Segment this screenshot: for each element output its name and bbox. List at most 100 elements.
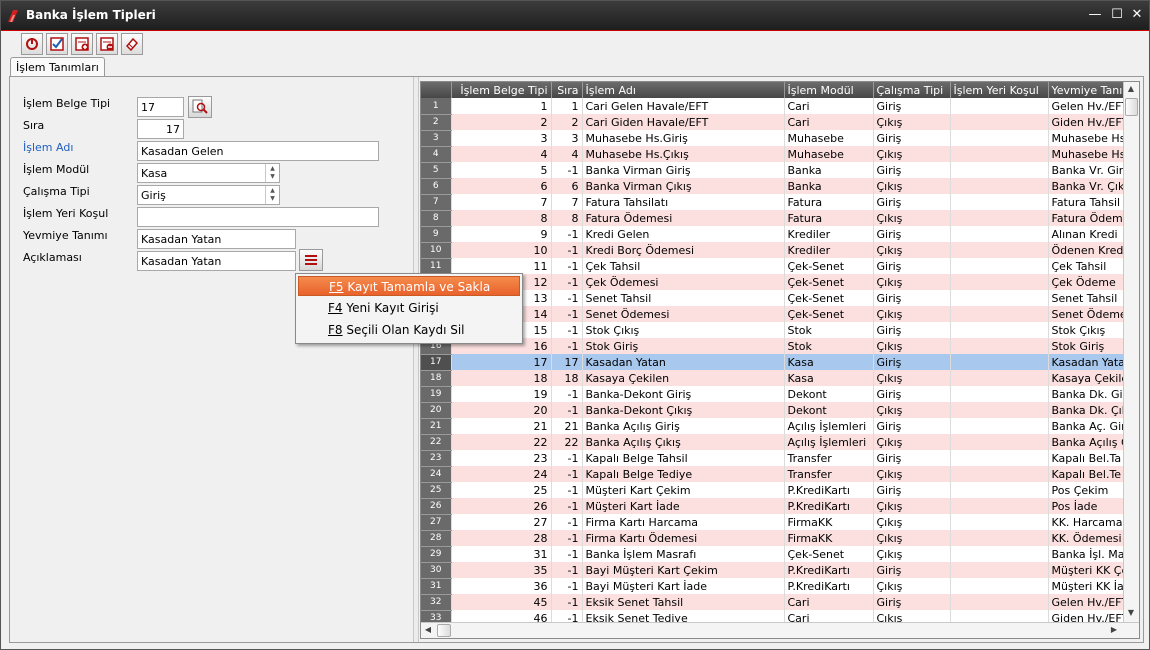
column-header[interactable]: Çalışma Tipi xyxy=(873,82,951,98)
table-cell[interactable] xyxy=(950,290,1049,306)
close-button[interactable]: ✕ xyxy=(1127,6,1147,24)
table-cell[interactable]: Stok xyxy=(784,322,874,338)
table-cell[interactable] xyxy=(950,258,1049,274)
table-cell[interactable]: -1 xyxy=(551,594,583,610)
table-cell[interactable]: 17 xyxy=(451,354,552,370)
table-row[interactable]: 26 26 -1 Müşteri Kart İade P.KrediKartı Çıkış… xyxy=(421,498,1137,515)
table-cell[interactable]: Giriş xyxy=(873,354,951,370)
table-cell[interactable]: Bayi Müşteri Kart İade xyxy=(582,578,785,594)
table-cell[interactable]: 6 xyxy=(551,178,583,194)
add-record-icon[interactable] xyxy=(71,33,93,55)
delete-record-icon[interactable] xyxy=(96,33,118,55)
islem-yeri-kosul-field[interactable] xyxy=(137,207,379,227)
table-cell[interactable]: -1 xyxy=(551,562,583,578)
row-indicator[interactable]: 4 xyxy=(421,146,452,163)
table-cell[interactable]: 1 xyxy=(451,98,552,114)
table-cell[interactable]: Giriş xyxy=(873,386,951,402)
table-row[interactable]: 6 6 6 Banka Virman Çıkış Banka Çıkış Banka Vr.… xyxy=(421,178,1137,195)
tab-islem-tanimlari[interactable]: İşlem Tanımları xyxy=(10,57,105,77)
table-row[interactable]: 21 21 21 Banka Açılış Giriş Açılış İşlemleri… xyxy=(421,418,1137,435)
menu-item-save[interactable]: F5 Kayıt Tamamla ve Sakla xyxy=(298,276,520,296)
column-header[interactable]: İşlem Yeri Koşul xyxy=(950,82,1049,98)
table-cell[interactable]: 9 xyxy=(451,226,552,242)
row-indicator[interactable]: 22 xyxy=(421,434,452,451)
power-icon[interactable] xyxy=(21,33,43,55)
table-cell[interactable]: Banka Açılış Çıkış xyxy=(582,434,785,450)
row-indicator[interactable]: 9 xyxy=(421,226,452,243)
table-cell[interactable]: Çıkış xyxy=(873,210,951,226)
table-cell[interactable]: 28 xyxy=(451,530,552,546)
table-cell[interactable]: -1 xyxy=(551,306,583,322)
table-cell[interactable]: Kredi Borç Ödemesi xyxy=(582,242,785,258)
table-cell[interactable]: Çıkış xyxy=(873,434,951,450)
table-cell[interactable] xyxy=(950,546,1049,562)
scroll-thumb[interactable] xyxy=(1125,98,1138,116)
table-cell[interactable]: Çıkış xyxy=(873,578,951,594)
table-cell[interactable]: Müşteri Kart İade xyxy=(582,498,785,514)
table-cell[interactable]: Çıkış xyxy=(873,178,951,194)
table-cell[interactable]: -1 xyxy=(551,258,583,274)
table-cell[interactable]: P.KrediKartı xyxy=(784,498,874,514)
calisma-tipi-select[interactable]: Giriş ▲ ▼ xyxy=(137,185,280,205)
table-row[interactable]: 27 27 -1 Firma Kartı Harcama FirmaKK Çıkış KK.… xyxy=(421,514,1137,531)
table-cell[interactable]: -1 xyxy=(551,498,583,514)
table-cell[interactable]: Giriş xyxy=(873,162,951,178)
row-indicator[interactable]: 10 xyxy=(421,242,452,259)
table-row[interactable]: 7 7 7 Fatura Tahsilatı Fatura Giriş Fatura Tah… xyxy=(421,194,1137,211)
table-cell[interactable]: Giriş xyxy=(873,130,951,146)
column-header[interactable]: Sıra xyxy=(551,82,583,98)
table-cell[interactable]: Banka xyxy=(784,178,874,194)
table-cell[interactable]: 23 xyxy=(451,450,552,466)
table-cell[interactable]: Giriş xyxy=(873,450,951,466)
table-cell[interactable]: Çıkış xyxy=(873,402,951,418)
table-cell[interactable]: Çıkış xyxy=(873,498,951,514)
islem-modul-select[interactable]: Kasa ▲ ▼ xyxy=(137,163,280,183)
table-cell[interactable]: Çıkış xyxy=(873,306,951,322)
table-row[interactable]: 1 1 1 Cari Gelen Havale/EFT Cari Giriş Gelen H… xyxy=(421,98,1137,115)
table-cell[interactable]: 4 xyxy=(551,146,583,162)
row-indicator[interactable]: 6 xyxy=(421,178,452,195)
table-cell[interactable]: -1 xyxy=(551,274,583,290)
table-cell[interactable]: Kasadan Yatan xyxy=(582,354,785,370)
row-indicator[interactable]: 8 xyxy=(421,210,452,227)
row-indicator[interactable]: 32 xyxy=(421,594,452,611)
aciklamasi-field[interactable]: Kasadan Yatan xyxy=(137,251,296,271)
table-row[interactable]: 3 3 3 Muhasebe Hs.Giriş Muhasebe Giriş Muhaseb… xyxy=(421,130,1137,147)
table-row[interactable]: 31 36 -1 Bayi Müşteri Kart İade P.KrediKartı… xyxy=(421,578,1137,595)
scroll-left-icon[interactable]: ◀ xyxy=(421,623,435,637)
menu-button[interactable] xyxy=(299,249,323,271)
table-cell[interactable]: 18 xyxy=(451,370,552,386)
table-cell[interactable]: 1 xyxy=(551,98,583,114)
row-indicator[interactable]: 3 xyxy=(421,130,452,147)
table-cell[interactable]: Çıkış xyxy=(873,530,951,546)
table-cell[interactable] xyxy=(950,498,1049,514)
table-cell[interactable]: -1 xyxy=(551,530,583,546)
table-cell[interactable]: Muhasebe xyxy=(784,146,874,162)
table-cell[interactable]: Çıkış xyxy=(873,370,951,386)
table-cell[interactable]: Giriş xyxy=(873,98,951,114)
yevmiye-tanimi-field[interactable]: Kasadan Yatan xyxy=(137,229,296,249)
table-cell[interactable]: Muhasebe Hs.Giriş xyxy=(582,130,785,146)
table-cell[interactable] xyxy=(950,450,1049,466)
table-cell[interactable]: 2 xyxy=(551,114,583,130)
table-row[interactable]: 16 16 -1 Stok Giriş Stok Çıkış Stok Giriş xyxy=(421,338,1137,355)
table-cell[interactable]: Banka İşlem Masrafı xyxy=(582,546,785,562)
table-cell[interactable] xyxy=(950,162,1049,178)
table-cell[interactable]: Krediler xyxy=(784,226,874,242)
table-cell[interactable]: Muhasebe xyxy=(784,130,874,146)
table-cell[interactable]: P.KrediKartı xyxy=(784,578,874,594)
table-cell[interactable]: Krediler xyxy=(784,242,874,258)
table-row[interactable]: 11 11 -1 Çek Tahsil Çek-Senet Giriş Çek Tahsil xyxy=(421,258,1137,275)
table-cell[interactable]: -1 xyxy=(551,482,583,498)
table-cell[interactable]: Giriş xyxy=(873,258,951,274)
title-bar[interactable]: Banka İşlem Tipleri — ☐ ✕ xyxy=(1,1,1149,31)
scroll-down-icon[interactable]: ▼ xyxy=(1124,606,1138,620)
menu-item-delete[interactable]: F8 Seçili Olan Kaydı Sil xyxy=(298,320,520,340)
table-cell[interactable]: -1 xyxy=(551,450,583,466)
table-cell[interactable]: -1 xyxy=(551,226,583,242)
table-cell[interactable] xyxy=(950,274,1049,290)
check-list-icon[interactable] xyxy=(46,33,68,55)
table-cell[interactable]: -1 xyxy=(551,466,583,482)
table-cell[interactable]: Kasa xyxy=(784,354,874,370)
table-cell[interactable]: 19 xyxy=(451,386,552,402)
